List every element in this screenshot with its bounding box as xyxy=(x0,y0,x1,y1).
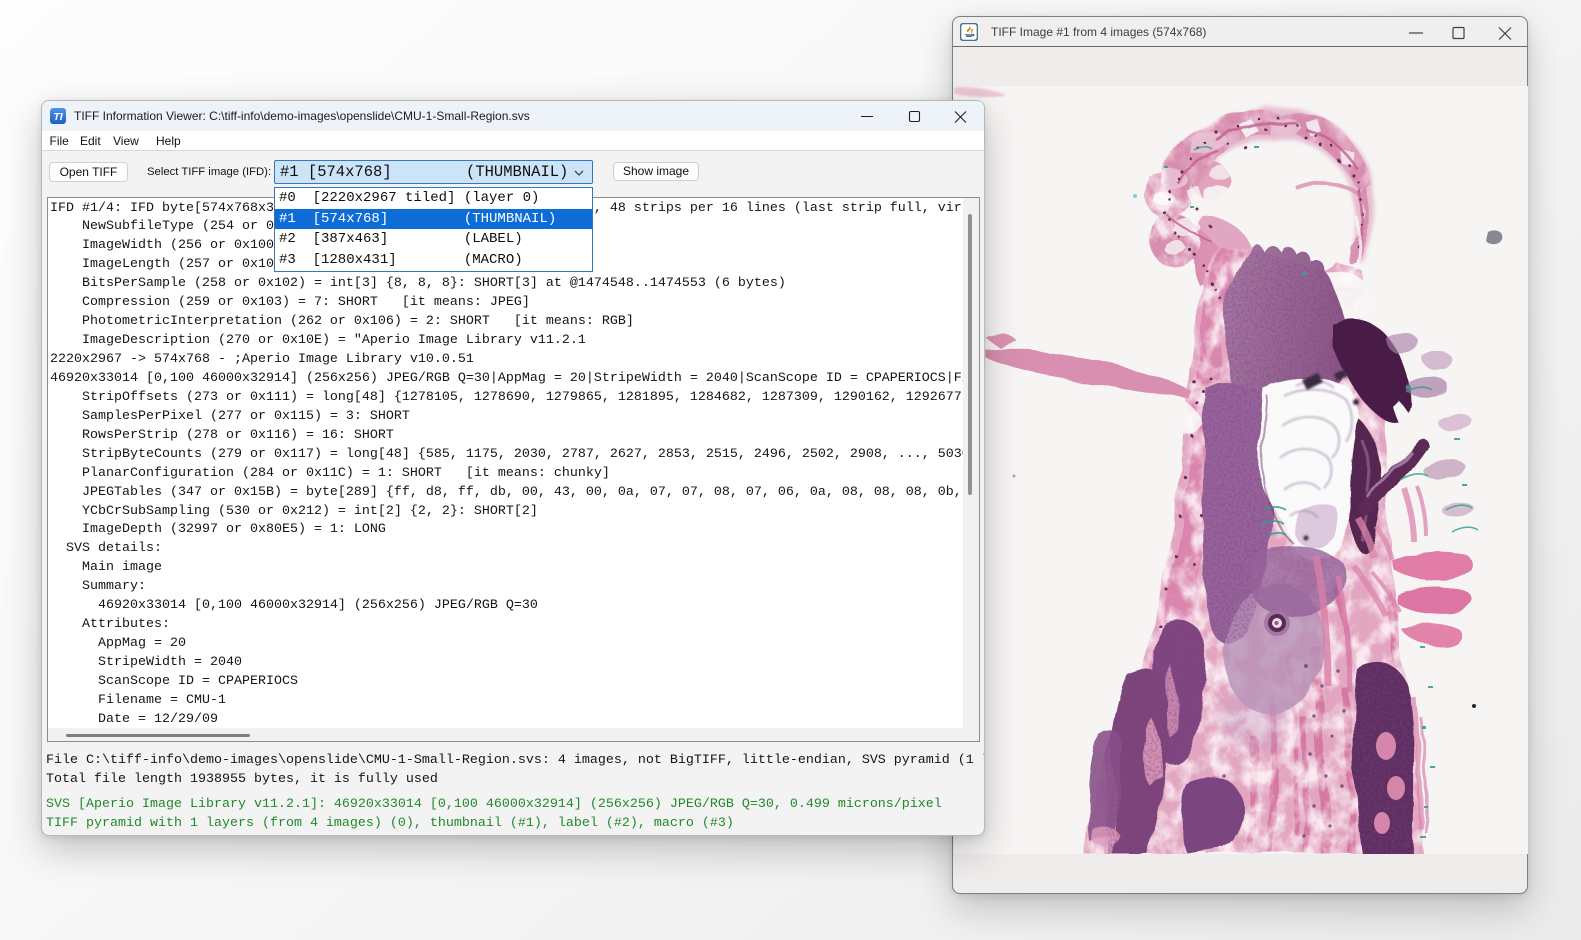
svg-text:TI: TI xyxy=(53,111,63,123)
